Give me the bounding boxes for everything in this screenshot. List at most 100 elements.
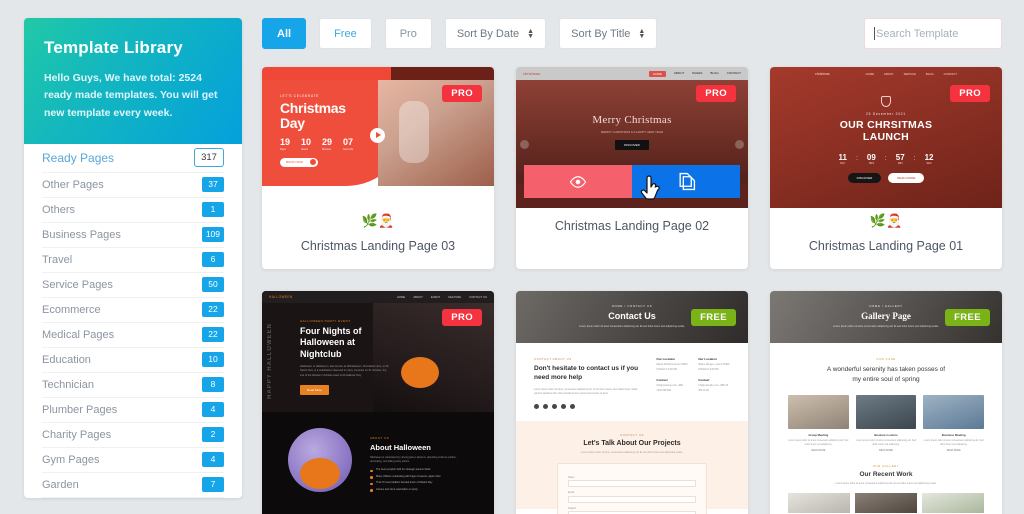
preview-cta: Read More (300, 384, 329, 395)
sidebar-item-label: Plumber Pages (42, 403, 118, 416)
sidebar-item-count: 8 (202, 377, 224, 393)
sidebar-subtitle: Hello Guys, We have total: 2524 ready ma… (44, 72, 218, 119)
sidebar-item-count: 6 (202, 252, 224, 268)
chevron-updown-icon: ▲ ▼ (527, 27, 535, 40)
sidebar: Template Library Hello Guys, We have tot… (24, 18, 242, 498)
sidebar-item-gym-pages[interactable]: Gym Pages 4 (42, 448, 224, 473)
preview-about-body: Halloween is celebrated by carving jack-… (370, 456, 457, 464)
instagram-icon (552, 403, 557, 409)
preview-illustration (288, 428, 352, 492)
sidebar-item-label: Garden (42, 478, 79, 491)
filter-free-button[interactable]: Free (319, 18, 372, 49)
preview-vertical-text: HAPPY HALLOWEEN (267, 323, 273, 399)
twitter-icon (543, 403, 548, 409)
template-card[interactable]: HALLOWEEN HOME ABOUT EVENT FEATURE CONTACT U… (262, 291, 494, 514)
preview-recent-heading: Our Recent Work (859, 471, 913, 479)
sidebar-item-medical-pages[interactable]: Medical Pages 22 (42, 323, 224, 348)
template-grid: LET'S CELEBRATE Christmas Day 19 Days 10 H… (262, 67, 1002, 514)
preview-gallery-item: Group Meeting Lorem ipsum dolor sit amet… (788, 394, 849, 452)
shield-icon (881, 96, 891, 107)
preview-subtext: Lorem ipsum dolor sit amet consectetur a… (833, 325, 939, 329)
template-card[interactable]: HOME / GALLERY Gallery Page Lorem ipsum … (770, 291, 1002, 514)
preview-cta: DISCOVER (615, 139, 649, 150)
preview-column-body: info@example.com +880 1234 568 890 (656, 384, 683, 392)
preview-header: christmas HOME ABOUT SERVICE BLOG CONTACT (815, 71, 957, 76)
text-cursor (874, 27, 875, 40)
sidebar-item-business-pages[interactable]: Business Pages 109 (42, 223, 224, 248)
sidebar-header: Template Library Hello Guys, We have tot… (24, 18, 242, 144)
linkedin-icon (561, 403, 566, 409)
status-badge: PRO (442, 309, 482, 326)
template-thumbnail[interactable]: christmas HOME ABOUT SERVICE BLOG CONTACT 2… (770, 67, 1002, 208)
template-card[interactable]: christmas HOME ABOUT SERVICE BLOG CONTACT 2… (770, 67, 1002, 269)
preview-talk-kicker: CONTACT US (620, 432, 644, 437)
template-thumbnail[interactable]: HOME / GALLERY Gallery Page Lorem ipsum … (770, 291, 1002, 514)
template-card[interactable]: christmas HOME ABOUT PAGES BLOG CONTACT Merr… (516, 67, 748, 269)
preview-column-head: Our Location (656, 357, 676, 361)
preview-cta-secondary: READ MORE (888, 172, 925, 183)
sidebar-item-label: Education (42, 353, 91, 366)
sidebar-item-count: 37 (202, 177, 224, 193)
preview-list-item: The best pumpkin field for strategic aut… (370, 468, 458, 472)
sidebar-item-count: 4 (202, 452, 224, 468)
preview-heading-2: A wonderful serenity has taken posses of… (826, 366, 946, 384)
preview-header: christmas HOME ABOUT PAGES BLOG CONTACT (516, 67, 748, 80)
template-thumbnail[interactable]: HOME / CONTACT US Contact Us Lorem ipsum… (516, 291, 748, 514)
card-title: Christmas Landing Page 03 (262, 228, 494, 269)
sidebar-item-others[interactable]: Others 1 (42, 198, 224, 223)
preview-breadcrumb: HOME / GALLERY (869, 304, 903, 309)
preview-talk-body: Lorem ipsum dolor sit amet, consectetur … (581, 450, 683, 454)
preview-heading: Four Nights of Halloween at Nightclub (300, 326, 362, 359)
filter-pro-button[interactable]: Pro (384, 18, 432, 49)
preview-body: Halloween or Hallowe'en, also known as A… (300, 364, 389, 377)
preview-list-item: Many children celebrating with bags of s… (370, 475, 458, 479)
card-hover-overlay (524, 165, 740, 198)
sidebar-item-garden[interactable]: Garden 7 (42, 473, 224, 498)
preview-column-head: Our Location (698, 357, 717, 361)
sidebar-item-label: Service Pages (42, 278, 113, 291)
sidebar-item-count: 109 (201, 227, 224, 243)
sidebar-item-technician[interactable]: Technician 8 (42, 373, 224, 398)
preview-column-head: Contact (656, 378, 668, 383)
sidebar-category-list: Ready Pages 317 Other Pages 37 Others 1 … (24, 144, 242, 498)
sidebar-item-ready-pages[interactable]: Ready Pages 317 (42, 144, 224, 173)
filter-all-button[interactable]: All (262, 18, 307, 49)
preview-list-item: Trick Or treat tradition handed down of … (370, 481, 458, 485)
sidebar-item-label: Medical Pages (42, 328, 115, 341)
sidebar-item-charity-pages[interactable]: Charity Pages 2 (42, 423, 224, 448)
preview-countdown: 11 DAY : 09 HRS : 57 MIN : 12 SEC (838, 152, 934, 165)
preview-heading: Contact Us (608, 311, 656, 322)
sidebar-item-label: Technician (42, 378, 94, 391)
status-badge: FREE (945, 309, 990, 326)
preview-subtext: MERRY CHRISTMAS & A HAPPY NEW YEAR (600, 129, 664, 134)
sidebar-item-label: Other Pages (42, 178, 104, 191)
sidebar-item-count: 10 (202, 352, 224, 368)
template-thumbnail[interactable]: HALLOWEEN HOME ABOUT EVENT FEATURE CONTACT U… (262, 291, 494, 514)
preview-button[interactable] (524, 165, 632, 198)
preview-column-body: Manta Rockford street OPEN: 9:00AM to 5:… (656, 363, 689, 371)
sidebar-item-plumber-pages[interactable]: Plumber Pages 4 (42, 398, 224, 423)
sidebar-item-count: 1 (202, 202, 224, 218)
search-placeholder: Search Template (876, 27, 959, 40)
play-icon (370, 128, 385, 143)
template-thumbnail[interactable]: christmas HOME ABOUT PAGES BLOG CONTACT Merr… (516, 67, 748, 208)
sort-by-date-select[interactable]: Sort By Date ▲ ▼ (444, 18, 547, 49)
sidebar-item-label: Charity Pages (42, 428, 112, 441)
template-card[interactable]: LET'S CELEBRATE Christmas Day 19 Days 10 H… (262, 67, 494, 269)
sort-by-title-select[interactable]: Sort By Title ▲ ▼ (559, 18, 658, 49)
template-thumbnail[interactable]: LET'S CELEBRATE Christmas Day 19 Days 10 H… (262, 67, 494, 208)
preview-kicker: OUR CASE (876, 357, 896, 361)
search-input[interactable]: Search Template (864, 18, 1002, 49)
template-library-page: Template Library Hello Guys, We have tot… (0, 0, 1024, 514)
preview-recent-body: Lorem ipsum dolor sit amet consectetur a… (835, 482, 937, 486)
preview-heading: OUR CHRSITMAS LAUNCH (839, 119, 933, 144)
sidebar-item-ecommerce[interactable]: Ecommerce 22 (42, 298, 224, 323)
sidebar-item-education[interactable]: Education 10 (42, 348, 224, 373)
preview-breadcrumb: HOME / CONTACT US (611, 304, 653, 309)
sidebar-item-other-pages[interactable]: Other Pages 37 (42, 173, 224, 198)
template-card[interactable]: HOME / CONTACT US Contact Us Lorem ipsum… (516, 291, 748, 514)
preview-list-item: Games and stunt celebration on party (370, 488, 458, 492)
sidebar-item-label: Gym Pages (42, 453, 100, 466)
sidebar-item-service-pages[interactable]: Service Pages 50 (42, 273, 224, 298)
sidebar-item-travel[interactable]: Travel 6 (42, 248, 224, 273)
